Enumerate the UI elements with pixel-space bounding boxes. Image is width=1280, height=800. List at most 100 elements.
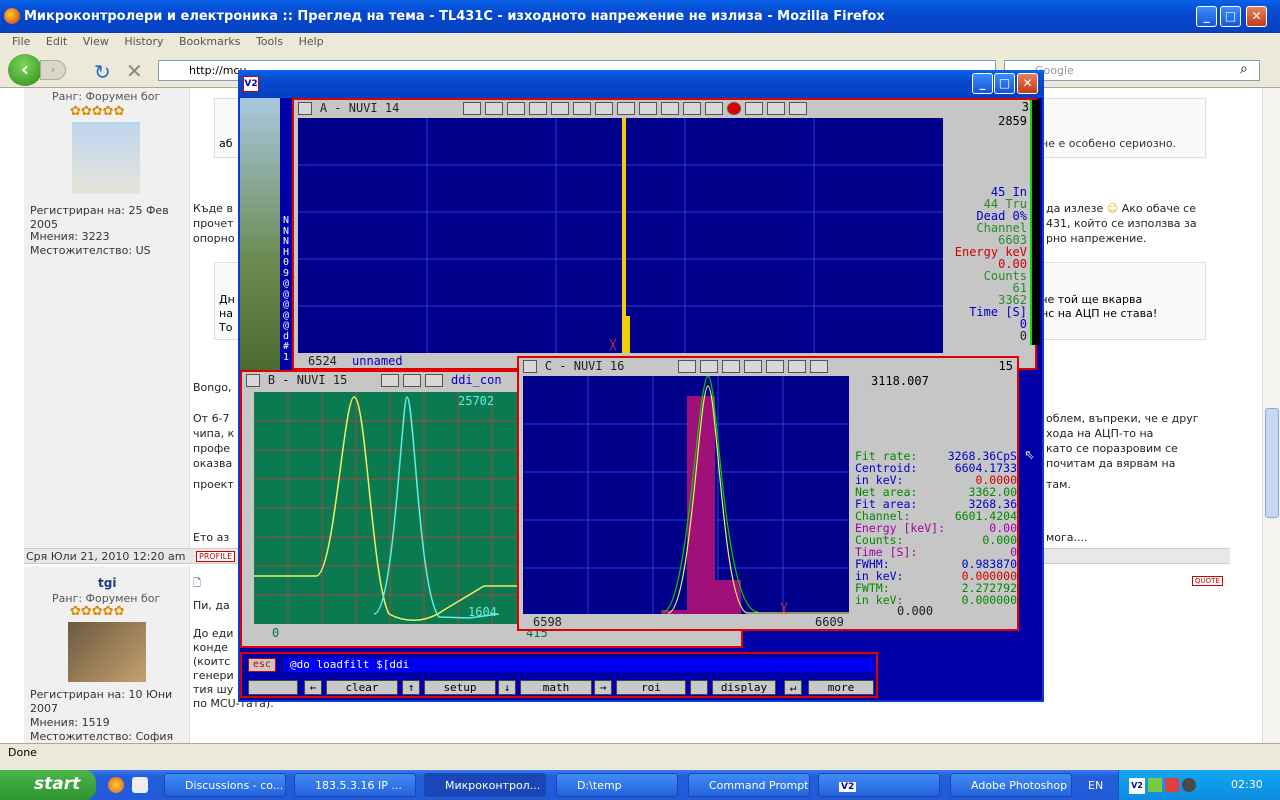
setup-button[interactable]: setup	[424, 680, 496, 695]
stop-icon[interactable]: ✕	[126, 59, 143, 83]
taskbar-item[interactable]: 183.5.3.16 IP ...	[294, 773, 416, 797]
system-tray: V2 02:30	[1118, 770, 1280, 800]
panel-c-titlebar[interactable]: C - NUVI 16	[519, 358, 1017, 376]
arrow-up-icon[interactable]	[573, 102, 592, 115]
bell-icon[interactable]	[788, 360, 807, 373]
taskbar-item[interactable]: D:\temp	[556, 773, 678, 797]
panel-b-plot[interactable]: 25702 1604	[254, 392, 524, 624]
menu-view[interactable]: View	[83, 35, 109, 48]
grid-icon[interactable]	[661, 102, 680, 115]
text-line: Дн	[219, 293, 235, 306]
quicklaunch-firefox-icon[interactable]	[108, 777, 124, 793]
curve-icon[interactable]	[485, 102, 504, 115]
grid-icon[interactable]	[810, 360, 829, 373]
zoom-box-icon[interactable]	[381, 374, 400, 387]
scrollbar-thumb[interactable]	[1265, 408, 1279, 518]
arrow-up-button[interactable]: ↑	[402, 680, 420, 695]
author-name[interactable]: tgi	[98, 576, 116, 590]
more-button[interactable]: more	[808, 680, 874, 695]
menu-bookmarks[interactable]: Bookmarks	[179, 35, 240, 48]
panel-a[interactable]: A - NUVI 14 3 2859 ╳ 6524 unnamed 45 In 4…	[292, 98, 1037, 370]
v2-maximize-button[interactable]: □	[994, 73, 1015, 94]
v2-close-button[interactable]: ✕	[1017, 73, 1038, 94]
clear-button[interactable]: clear	[326, 680, 398, 695]
panel-c-close-icon[interactable]	[523, 360, 537, 373]
taskbar-item[interactable]: Discussions - co...	[164, 773, 286, 797]
profile-button[interactable]: PROFILE	[196, 551, 236, 562]
text-line: профе	[193, 442, 231, 455]
panel-b-tab[interactable]: ddi_con	[451, 373, 502, 387]
text-line: оказва	[193, 457, 233, 470]
arrow-left-button[interactable]: ←	[304, 680, 322, 695]
math-button[interactable]: math	[520, 680, 592, 695]
blank-button[interactable]	[248, 680, 298, 695]
panel-a-titlebar[interactable]: A - NUVI 14	[294, 100, 1035, 118]
network-icon[interactable]	[1148, 778, 1162, 792]
taskbar-item-v2[interactable]: V2	[818, 773, 940, 797]
curve-icon[interactable]	[700, 360, 719, 373]
arrow-down-button[interactable]: ↓	[498, 680, 516, 695]
minimize-button[interactable]: _	[1196, 6, 1217, 27]
display-button[interactable]: display	[712, 680, 776, 695]
panel-c[interactable]: C - NUVI 16 15 3118.007 ╳ 6598 6609 Fit …	[517, 356, 1019, 631]
arrow-up-icon[interactable]	[722, 360, 741, 373]
bell-icon[interactable]	[639, 102, 658, 115]
text-line: хода на АЦП-то на	[1046, 427, 1154, 440]
bars-icon[interactable]	[766, 360, 785, 373]
taskbar-item[interactable]: Adobe Photoshop	[950, 773, 1072, 797]
status-text: Done	[8, 746, 37, 759]
forward-button[interactable]: ›	[40, 60, 66, 80]
eye-icon[interactable]	[789, 102, 808, 115]
zoom-box-icon[interactable]	[463, 102, 482, 115]
esc-button[interactable]: esc	[248, 658, 276, 672]
quicklaunch-desktop-icon[interactable]	[132, 777, 148, 793]
v2-title-bar[interactable]: V2 _ □ ✕	[238, 70, 1044, 98]
page-scrollbar[interactable]	[1262, 88, 1280, 743]
reload-icon[interactable]: ↻	[94, 60, 111, 84]
taskbar-item[interactable]: Command Prompt	[688, 773, 810, 797]
arrow-right-icon[interactable]	[529, 102, 548, 115]
panel-a-plot[interactable]: ╳	[298, 118, 943, 353]
blank-small-button[interactable]	[690, 680, 708, 695]
firefox-title-bar[interactable]: Микроконтролери и електроника :: Преглед…	[0, 0, 1280, 33]
v2-minimize-button[interactable]: _	[972, 73, 993, 94]
arrow-left-icon[interactable]	[507, 102, 526, 115]
close-button[interactable]: ✕	[1246, 6, 1267, 27]
command-input[interactable]: @do loadfilt $[ddi	[284, 658, 874, 672]
arrow-right-button[interactable]: →	[594, 680, 612, 695]
wave-icon[interactable]	[745, 102, 764, 115]
menu-edit[interactable]: Edit	[46, 35, 67, 48]
start-button[interactable]: start	[0, 770, 96, 800]
roi-button[interactable]: roi	[616, 680, 686, 695]
menu-tools[interactable]: Tools	[256, 35, 283, 48]
stop-record-icon[interactable]	[727, 102, 742, 115]
zoom-box-icon[interactable]	[678, 360, 697, 373]
back-button[interactable]: ‹	[8, 54, 42, 86]
menu-history[interactable]: History	[124, 35, 163, 48]
baseline-icon[interactable]	[705, 102, 724, 115]
menu-file[interactable]: File	[12, 35, 30, 48]
menu-help[interactable]: Help	[299, 35, 324, 48]
quote-button[interactable]: QUOTE	[1192, 576, 1223, 586]
language-indicator[interactable]: EN	[1088, 779, 1103, 792]
taskbar-item-active[interactable]: Микроконтрол...	[424, 773, 546, 797]
v2-tray-icon[interactable]: V2	[1129, 778, 1145, 794]
enter-button[interactable]: ↵	[784, 680, 802, 695]
monitor-icon[interactable]	[1165, 778, 1179, 792]
arrow-down-icon[interactable]	[595, 102, 614, 115]
tray-icons: V2	[1129, 778, 1207, 794]
pen-icon[interactable]	[403, 374, 422, 387]
yellow-trace	[254, 396, 524, 621]
panel-a-close-icon[interactable]	[298, 102, 312, 115]
eye-icon[interactable]	[425, 374, 444, 387]
peak-icon[interactable]	[551, 102, 570, 115]
pen-icon[interactable]	[767, 102, 786, 115]
panel-b-close-icon[interactable]	[246, 374, 260, 387]
volume-icon[interactable]	[1182, 778, 1196, 792]
bars-icon[interactable]	[617, 102, 636, 115]
maximize-button[interactable]: □	[1220, 6, 1241, 27]
cross-icon[interactable]	[683, 102, 702, 115]
search-icon[interactable]: ⌕	[1240, 61, 1248, 77]
arrow-down-icon[interactable]	[744, 360, 763, 373]
panel-c-plot[interactable]: ╳	[523, 375, 849, 615]
